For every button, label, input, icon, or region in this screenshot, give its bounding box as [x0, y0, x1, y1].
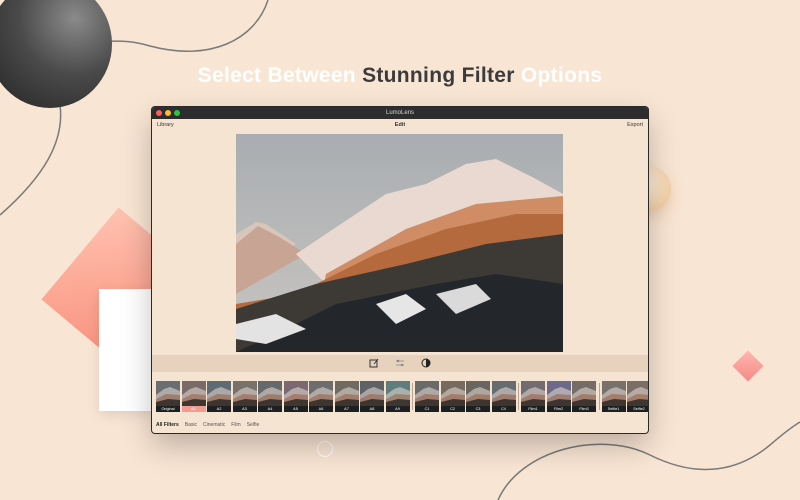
filter-thumbnail-label: A6: [309, 406, 333, 412]
adjust-icon[interactable]: [394, 357, 406, 369]
filter-group-separator: [518, 383, 519, 410]
filter-strip: Original A1 A2 A3 A4 A5 A6 A7 A8 A9 C1 C2 C3 C4 Film1 F…: [152, 381, 648, 415]
filter-thumbnail[interactable]: Film2: [546, 381, 571, 412]
filter-thumbnail[interactable]: C4: [491, 381, 516, 412]
edit-toolbar: [152, 355, 648, 372]
filter-thumbnail-label: Original: [156, 406, 180, 412]
filter-thumbnail[interactable]: A9: [385, 381, 410, 412]
edit-tab[interactable]: Edit: [152, 122, 648, 128]
filter-thumbnail[interactable]: Selfie2: [627, 381, 648, 412]
filter-thumbnail[interactable]: A8: [360, 381, 384, 412]
edit-icon[interactable]: [368, 357, 380, 369]
export-button[interactable]: Export: [627, 122, 643, 128]
filter-thumbnail-label: Film3: [572, 406, 596, 412]
filter-category-tab[interactable]: Selfie: [247, 422, 260, 428]
app-window: LumoLens Library Edit Export Original A1…: [152, 107, 648, 433]
filter-thumbnail[interactable]: Film1: [521, 381, 545, 412]
filter-thumbnail[interactable]: A1: [181, 381, 206, 412]
filter-thumbnail[interactable]: A5: [283, 381, 308, 412]
white-card-decoration: [99, 289, 153, 411]
filter-thumbnail-label: A7: [334, 406, 359, 412]
menu-bar: Library Edit Export: [152, 119, 648, 131]
filter-category-tab[interactable]: Cinematic: [203, 422, 225, 428]
filter-thumbnail[interactable]: A4: [258, 381, 282, 412]
filter-thumbnail[interactable]: A7: [334, 381, 359, 412]
filter-thumbnail-label: A4: [258, 406, 282, 412]
headline: Select Between Stunning Filter Options: [0, 64, 800, 88]
filter-thumbnail-label: C1: [415, 406, 439, 412]
filter-thumbnail-label: Film2: [546, 406, 571, 412]
filter-thumbnail[interactable]: Selfie1: [601, 381, 626, 412]
filter-group-separator: [598, 383, 600, 410]
headline-part-1: Select Between: [197, 64, 356, 87]
filter-thumbnail[interactable]: A6: [309, 381, 333, 412]
filter-group-separator: [412, 383, 413, 410]
title-bar: LumoLens: [152, 107, 648, 119]
minimize-window-button[interactable]: [165, 110, 171, 116]
filter-thumbnail-label: A1: [181, 406, 206, 412]
window-controls: [156, 110, 180, 116]
filter-thumbnail-label: C2: [440, 406, 465, 412]
filter-thumbnail[interactable]: C2: [440, 381, 465, 412]
filter-categories: All Filters Basic Cinematic Film Selfie: [156, 422, 259, 428]
filter-thumbnail[interactable]: C1: [415, 381, 439, 412]
photo-preview[interactable]: [236, 134, 563, 352]
headline-part-2: Stunning Filter: [362, 64, 515, 87]
filter-thumbnail-label: A8: [360, 406, 384, 412]
window-title: LumoLens: [385, 110, 415, 116]
filter-category-tab[interactable]: Film: [231, 422, 240, 428]
headline-part-3: Options: [520, 64, 603, 87]
mountain-photo: [236, 134, 563, 352]
filter-thumbnail-label: Film1: [521, 406, 545, 412]
filter-thumbnail-label: C4: [491, 406, 516, 412]
filter-thumbnail-label: A2: [207, 406, 231, 412]
filter-thumbnail[interactable]: Original: [156, 381, 180, 412]
close-window-button[interactable]: [156, 110, 162, 116]
filter-thumbnail-label: Selfie1: [601, 406, 626, 412]
filter-thumbnail-label: A5: [283, 406, 308, 412]
filter-thumbnail-label: A9: [385, 406, 410, 412]
zoom-window-button[interactable]: [174, 110, 180, 116]
filter-thumbnail[interactable]: A2: [207, 381, 231, 412]
filter-thumbnail[interactable]: Film3: [572, 381, 596, 412]
filter-thumbnail[interactable]: C3: [466, 381, 490, 412]
filter-thumbnail-label: A3: [232, 406, 257, 412]
ring-decoration: [317, 441, 333, 457]
filter-category-tab[interactable]: All Filters: [156, 422, 179, 428]
filter-category-tab[interactable]: Basic: [185, 422, 197, 428]
filter-icon[interactable]: [420, 357, 432, 369]
filter-thumbnail-label: C3: [466, 406, 490, 412]
filter-thumbnail[interactable]: A3: [232, 381, 257, 412]
filter-thumbnail-label: Selfie2: [627, 406, 648, 412]
